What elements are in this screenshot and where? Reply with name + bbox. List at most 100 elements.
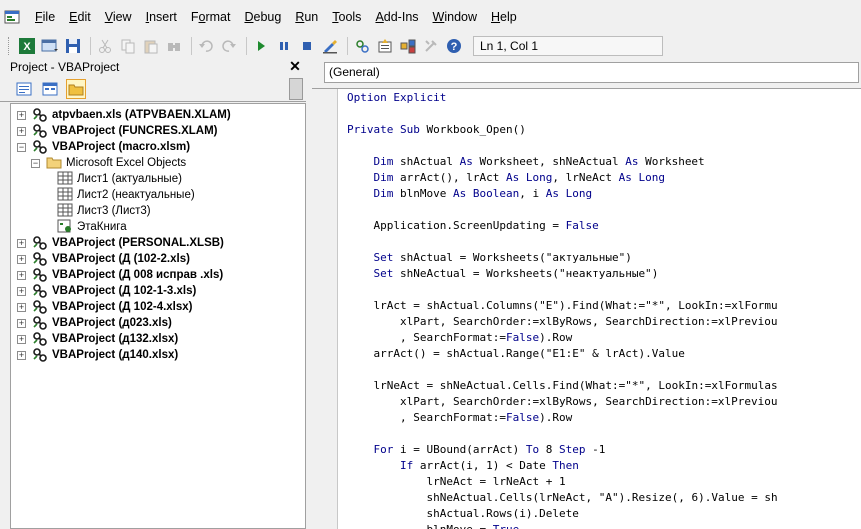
code-line[interactable]: , SearchFormat:=False).Row <box>347 410 861 426</box>
paste-icon[interactable] <box>141 36 161 56</box>
code-line[interactable] <box>347 202 861 218</box>
expand-icon[interactable]: + <box>17 270 26 280</box>
code-line[interactable] <box>347 234 861 250</box>
menu-view[interactable]: View <box>98 0 139 34</box>
code-line[interactable] <box>347 426 861 442</box>
redo-icon[interactable] <box>219 36 239 56</box>
expand-icon[interactable]: + <box>17 334 26 344</box>
insert-userform-icon[interactable] <box>40 36 60 56</box>
code-line[interactable] <box>347 362 861 378</box>
code-line[interactable]: Application.ScreenUpdating = False <box>347 218 861 234</box>
find-icon[interactable] <box>164 36 184 56</box>
expand-icon[interactable]: + <box>17 302 26 312</box>
code-line[interactable]: Set shActual = Worksheets("актуальные") <box>347 250 861 266</box>
code-line[interactable]: lrNeAct = shNeActual.Cells.Find(What:="*… <box>347 378 861 394</box>
code-line[interactable]: shActual.Rows(i).Delete <box>347 506 861 522</box>
save-icon[interactable] <box>63 36 83 56</box>
code-line[interactable]: , SearchFormat:=False).Row <box>347 330 861 346</box>
expand-icon[interactable]: + <box>17 254 26 264</box>
toolbar-overflow-scroll[interactable] <box>289 78 303 100</box>
code-line[interactable]: Dim arrAct(), lrAct As Long, lrNeAct As … <box>347 170 861 186</box>
collapse-icon[interactable]: − <box>17 142 26 152</box>
code-line[interactable]: Dim shActual As Worksheet, shNeActual As… <box>347 154 861 170</box>
view-object-button[interactable] <box>40 79 60 99</box>
project-tree[interactable]: + atpvbaen.xls (ATPVBAEN.XLAM) + VBAProject… <box>10 103 306 529</box>
tree-node-project[interactable]: + VBAProject (Д (102-2.xls) <box>17 251 190 267</box>
expand-icon[interactable]: + <box>17 238 26 248</box>
tree-node-workbook[interactable]: ЭтаКнига <box>57 219 127 235</box>
tree-node-project[interactable]: + VBAProject (Д 008 исправ .xls) <box>17 267 223 283</box>
code-margin-indicator-bar[interactable] <box>312 89 338 529</box>
menu-edit[interactable]: Edit <box>62 0 98 34</box>
toolbox-icon[interactable] <box>421 36 441 56</box>
tree-node-project[interactable]: + atpvbaen.xls (ATPVBAEN.XLAM) <box>17 107 231 123</box>
reset-icon[interactable] <box>297 36 317 56</box>
code-line[interactable]: shNeActual.Cells(lrNeAct, "A").Resize(, … <box>347 490 861 506</box>
code-line[interactable]: Dim blnMove As Boolean, i As Long <box>347 186 861 202</box>
tree-node-project[interactable]: + VBAProject (д132.xlsx) <box>17 331 178 347</box>
view-code-button[interactable] <box>14 79 34 99</box>
undo-icon[interactable] <box>196 36 216 56</box>
expand-icon[interactable]: + <box>17 350 26 360</box>
expand-icon[interactable]: + <box>17 110 26 120</box>
code-text[interactable]: Option Explicit Private Sub Workbook_Ope… <box>347 90 861 529</box>
code-line[interactable]: arrAct() = shActual.Range("E1:E" & lrAct… <box>347 346 861 362</box>
close-icon[interactable]: ✕ <box>288 59 302 73</box>
run-icon[interactable] <box>251 36 271 56</box>
code-line[interactable]: Set shNeActual = Worksheets("неактуальны… <box>347 266 861 282</box>
copy-icon[interactable] <box>118 36 138 56</box>
code-line[interactable]: Private Sub Workbook_Open() <box>347 122 861 138</box>
toolbar-grip[interactable] <box>8 37 11 55</box>
menu-tools[interactable]: Tools <box>325 0 368 34</box>
menu-debug[interactable]: Debug <box>237 0 288 34</box>
tree-node-sheet[interactable]: Лист2 (неактуальные) <box>57 187 195 203</box>
break-icon[interactable] <box>274 36 294 56</box>
code-line[interactable]: For i = UBound(arrAct) To 8 Step -1 <box>347 442 861 458</box>
menu-format[interactable]: Format <box>184 0 238 34</box>
object-dropdown[interactable]: (General) <box>324 62 859 83</box>
tree-node-project[interactable]: + VBAProject (Д 102-1-3.xls) <box>17 283 196 299</box>
code-line[interactable] <box>347 138 861 154</box>
expand-icon[interactable]: + <box>17 286 26 296</box>
tree-node-project[interactable]: + VBAProject (д140.xlsx) <box>17 347 178 363</box>
menu-run[interactable]: Run <box>288 0 325 34</box>
code-editor[interactable]: Option Explicit Private Sub Workbook_Ope… <box>312 88 861 529</box>
code-line[interactable] <box>347 282 861 298</box>
code-line[interactable]: If arrAct(i, 1) < Date Then <box>347 458 861 474</box>
code-line[interactable]: blnMove = True <box>347 522 861 529</box>
vbe-app-icon[interactable] <box>4 8 22 26</box>
toggle-folders-button[interactable] <box>66 78 86 99</box>
menu-window[interactable]: Window <box>426 0 484 34</box>
expand-icon[interactable]: + <box>17 126 26 136</box>
tree-node-label: Microsoft Excel Objects <box>66 157 187 169</box>
tree-node-project[interactable]: + VBAProject (FUNCRES.XLAM) <box>17 123 217 139</box>
object-browser-icon[interactable] <box>398 36 418 56</box>
tree-node-sheet[interactable]: Лист3 (Лист3) <box>57 203 151 219</box>
excel-icon[interactable]: X <box>17 36 37 56</box>
menu-help[interactable]: Help <box>484 0 524 34</box>
expand-icon[interactable]: + <box>17 318 26 328</box>
help-icon[interactable]: ? <box>444 36 464 56</box>
code-line[interactable]: xlPart, SearchOrder:=xlByRows, SearchDir… <box>347 394 861 410</box>
design-mode-icon[interactable] <box>320 36 340 56</box>
menu-add-ins[interactable]: Add-Ins <box>368 0 425 34</box>
code-line[interactable] <box>347 106 861 122</box>
project-icon <box>32 235 48 251</box>
collapse-icon[interactable]: − <box>31 158 40 168</box>
code-line[interactable]: lrAct = shActual.Columns("E").Find(What:… <box>347 298 861 314</box>
tree-node-project[interactable]: + VBAProject (д023.xls) <box>17 315 172 331</box>
tree-node-folder[interactable]: − Microsoft Excel Objects <box>31 155 186 171</box>
code-line[interactable]: xlPart, SearchOrder:=xlByRows, SearchDir… <box>347 314 861 330</box>
code-line[interactable]: lrNeAct = lrNeAct + 1 <box>347 474 861 490</box>
tree-node-sheet[interactable]: Лист1 (актуальные) <box>57 171 182 187</box>
tree-node-project[interactable]: + VBAProject (Д 102-4.xlsx) <box>17 299 193 315</box>
project-icon <box>32 107 48 123</box>
tree-node-project[interactable]: − VBAProject (macro.xlsm) <box>17 139 190 155</box>
cut-icon[interactable] <box>95 36 115 56</box>
code-line[interactable]: Option Explicit <box>347 90 861 106</box>
properties-icon[interactable] <box>375 36 395 56</box>
menu-insert[interactable]: Insert <box>139 0 184 34</box>
project-explorer-icon[interactable] <box>352 36 372 56</box>
tree-node-project[interactable]: + VBAProject (PERSONAL.XLSB) <box>17 235 224 251</box>
menu-file[interactable]: File <box>28 0 62 34</box>
